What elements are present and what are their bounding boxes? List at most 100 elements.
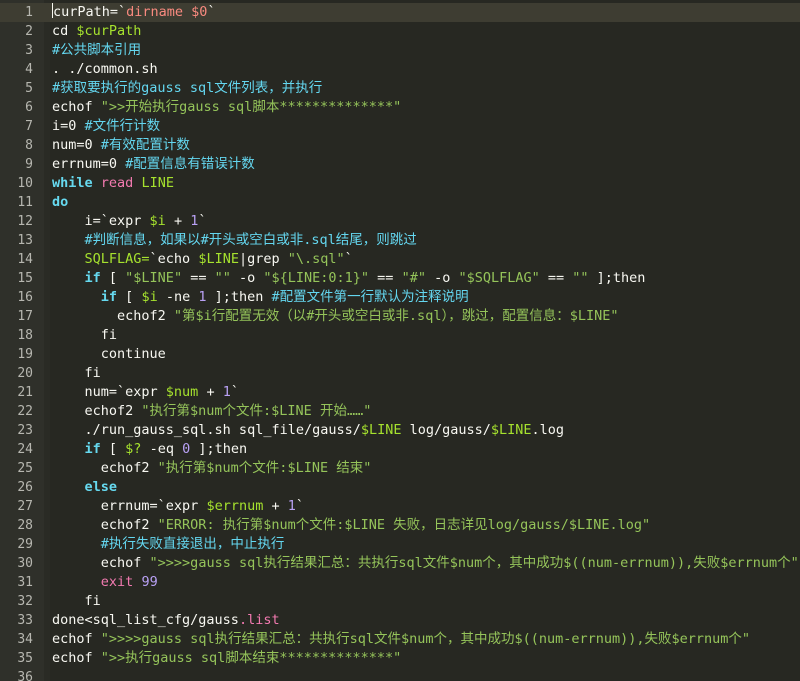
line-code[interactable]: if [ "$LINE" == "" -o "${LINE:0:1}" == "… [52, 269, 800, 288]
code-line[interactable]: 28 echof2 "ERROR: 执行第$num个文件:$LINE 失败，日志… [0, 516, 800, 535]
line-code[interactable]: errnum=`expr $errnum + 1` [52, 497, 800, 516]
line-code[interactable]: echof ">>>>gauss sql执行结果汇总：共执行sql文件$num个… [52, 630, 800, 649]
line-code[interactable]: if [ $? -eq 0 ];then [52, 440, 800, 459]
code-token: LINE [141, 175, 174, 191]
code-token: fi [52, 327, 118, 343]
code-token: echof [52, 631, 101, 647]
line-code[interactable]: ./run_gauss_sql.sh sql_file/gauss/$LINE … [52, 421, 800, 440]
code-token: [ [100, 441, 126, 457]
code-token: exit [100, 574, 134, 590]
code-line[interactable]: 26 else [0, 478, 800, 497]
line-code[interactable]: SQLFLAG=`echo $LINE|grep "\.sql"` [52, 250, 800, 269]
code-token: ` [295, 498, 305, 514]
code-line[interactable]: 20 fi [0, 364, 800, 383]
code-token: $LINE [360, 422, 402, 438]
code-token: log/gauss/ [401, 422, 491, 438]
code-token: do [52, 194, 69, 210]
code-line[interactable]: 6 echof ">>开始执行gauss sql脚本**************" [0, 98, 800, 117]
line-code[interactable]: continue [52, 345, 800, 364]
line-code[interactable]: else [52, 478, 800, 497]
code-token: "${LINE:0:1}" [263, 270, 370, 286]
line-code[interactable]: fi [52, 326, 800, 345]
code-line[interactable]: 19 continue [0, 345, 800, 364]
code-token: 1 [287, 498, 296, 514]
code-token: . ./common.sh [52, 61, 158, 77]
code-line[interactable]: 34 echof ">>>>gauss sql执行结果汇总：共执行sql文件$nu… [0, 630, 800, 649]
line-code[interactable]: fi [52, 364, 800, 383]
line-code[interactable]: i=`expr $i + 1` [52, 212, 800, 231]
code-token: == [369, 270, 402, 286]
code-line[interactable]: 1 curPath=`dirname $0` [0, 3, 800, 22]
code-editor[interactable]: 1 curPath=`dirname $0` 2 cd $curPath 3 #公共脚本引… [0, 0, 800, 681]
line-code[interactable]: #获取要执行的gauss sql文件列表，并执行 [52, 79, 800, 98]
code-token: num=`expr [52, 384, 166, 400]
line-code[interactable]: num=0 #有效配置计数 [52, 136, 800, 155]
code-line[interactable]: 32 fi [0, 592, 800, 611]
code-line[interactable]: 14 SQLFLAG=`echo $LINE|grep "\.sql"` [0, 250, 800, 269]
code-line[interactable]: 22 echof2 "执行第$num个文件:$LINE 开始……" [0, 402, 800, 421]
code-token: dirname $0 [126, 4, 208, 20]
line-code[interactable]: echof ">>>>gauss sql执行结果汇总：共执行sql文件$num个… [52, 554, 800, 573]
code-line[interactable]: 15 if [ "$LINE" == "" -o "${LINE:0:1}" =… [0, 269, 800, 288]
code-line[interactable]: 23 ./run_gauss_sql.sh sql_file/gauss/$LI… [0, 421, 800, 440]
code-line[interactable]: 21 num=`expr $num + 1` [0, 383, 800, 402]
line-code[interactable]: while read LINE [52, 174, 800, 193]
code-line[interactable]: 7 i=0 #文件行计数 [0, 117, 800, 136]
line-code[interactable]: echof ">>执行gauss sql脚本结束**************" [52, 649, 800, 668]
code-line[interactable]: 10 while read LINE [0, 174, 800, 193]
code-line[interactable]: 24 if [ $? -eq 0 ];then [0, 440, 800, 459]
code-line[interactable]: 27 errnum=`expr $errnum + 1` [0, 497, 800, 516]
code-line[interactable]: 33 done<sql_list_cfg/gauss.list [0, 611, 800, 630]
line-number: 28 [17, 518, 33, 533]
line-number: 12 [17, 214, 33, 229]
code-line[interactable]: 13 #判断信息，如果以#开头或空白或非.sql结尾，则跳过 [0, 231, 800, 250]
code-token: -eq [141, 441, 183, 457]
code-line[interactable]: 3 #公共脚本引用 [0, 41, 800, 60]
line-code[interactable]: #公共脚本引用 [52, 41, 800, 60]
line-code[interactable]: #执行失败直接退出，中止执行 [52, 535, 800, 554]
line-code[interactable]: exit 99 [52, 573, 800, 592]
code-line[interactable]: 30 echof ">>>>gauss sql执行结果汇总：共执行sql文件$n… [0, 554, 800, 573]
code-line[interactable]: 2 cd $curPath [0, 22, 800, 41]
code-line[interactable]: 5 #获取要执行的gauss sql文件列表，并执行 [0, 79, 800, 98]
line-number: 26 [17, 480, 33, 495]
line-code[interactable]: errnum=0 #配置信息有错误计数 [52, 155, 800, 174]
code-token: echof [52, 555, 150, 571]
line-code[interactable]: echof2 "执行第$num个文件:$LINE 结束" [52, 459, 800, 478]
code-token: echof2 [52, 308, 174, 324]
line-code[interactable]: if [ $i -ne 1 ];then #配置文件第一行默认为注释说明 [52, 288, 800, 307]
code-line[interactable]: 12 i=`expr $i + 1` [0, 212, 800, 231]
code-token: ">>>>gauss sql执行结果汇总：共执行sql文件$num个，其中成功$… [149, 555, 799, 571]
code-token: read [100, 175, 134, 191]
code-line[interactable]: 29 #执行失败直接退出，中止执行 [0, 535, 800, 554]
code-line[interactable]: 36 [0, 668, 800, 681]
line-code[interactable]: echof ">>开始执行gauss sql脚本**************" [52, 98, 800, 117]
line-code[interactable]: fi [52, 592, 800, 611]
line-code[interactable]: . ./common.sh [52, 60, 800, 79]
code-line[interactable]: 16 if [ $i -ne 1 ];then #配置文件第一行默认为注释说明 [0, 288, 800, 307]
line-code[interactable]: echof2 "第$i行配置无效（以#开头或空白或非.sql），跳过，配置信息：… [52, 307, 800, 326]
line-code[interactable]: do [52, 193, 800, 212]
code-line[interactable]: 9 errnum=0 #配置信息有错误计数 [0, 155, 800, 174]
line-code[interactable]: echof2 "执行第$num个文件:$LINE 开始……" [52, 402, 800, 421]
line-code[interactable]: curPath=`dirname $0` [52, 3, 800, 22]
line-code[interactable]: num=`expr $num + 1` [52, 383, 800, 402]
code-line[interactable]: 25 echof2 "执行第$num个文件:$LINE 结束" [0, 459, 800, 478]
code-line[interactable]: 31 exit 99 [0, 573, 800, 592]
code-token: #配置文件第一行默认为注释说明 [271, 289, 469, 305]
code-line[interactable]: 11 do [0, 193, 800, 212]
line-code[interactable]: echof2 "ERROR: 执行第$num个文件:$LINE 失败，日志详见l… [52, 516, 800, 535]
line-number: 22 [17, 404, 33, 419]
code-line[interactable]: 35 echof ">>执行gauss sql脚本结束**************… [0, 649, 800, 668]
line-code[interactable]: #判断信息，如果以#开头或空白或非.sql结尾，则跳过 [52, 231, 800, 250]
code-line[interactable]: 4 . ./common.sh [0, 60, 800, 79]
line-code[interactable]: i=0 #文件行计数 [52, 117, 800, 136]
line-code[interactable]: done<sql_list_cfg/gauss.list [52, 611, 800, 630]
code-line[interactable]: 17 echof2 "第$i行配置无效（以#开头或空白或非.sql），跳过，配置… [0, 307, 800, 326]
code-token: $LINE [198, 251, 239, 267]
code-lines[interactable]: 1 curPath=`dirname $0` 2 cd $curPath 3 #公共脚本引… [0, 3, 800, 681]
code-line[interactable]: 18 fi [0, 326, 800, 345]
code-token: echof [52, 650, 101, 666]
code-line[interactable]: 8 num=0 #有效配置计数 [0, 136, 800, 155]
line-code[interactable]: cd $curPath [52, 22, 800, 41]
